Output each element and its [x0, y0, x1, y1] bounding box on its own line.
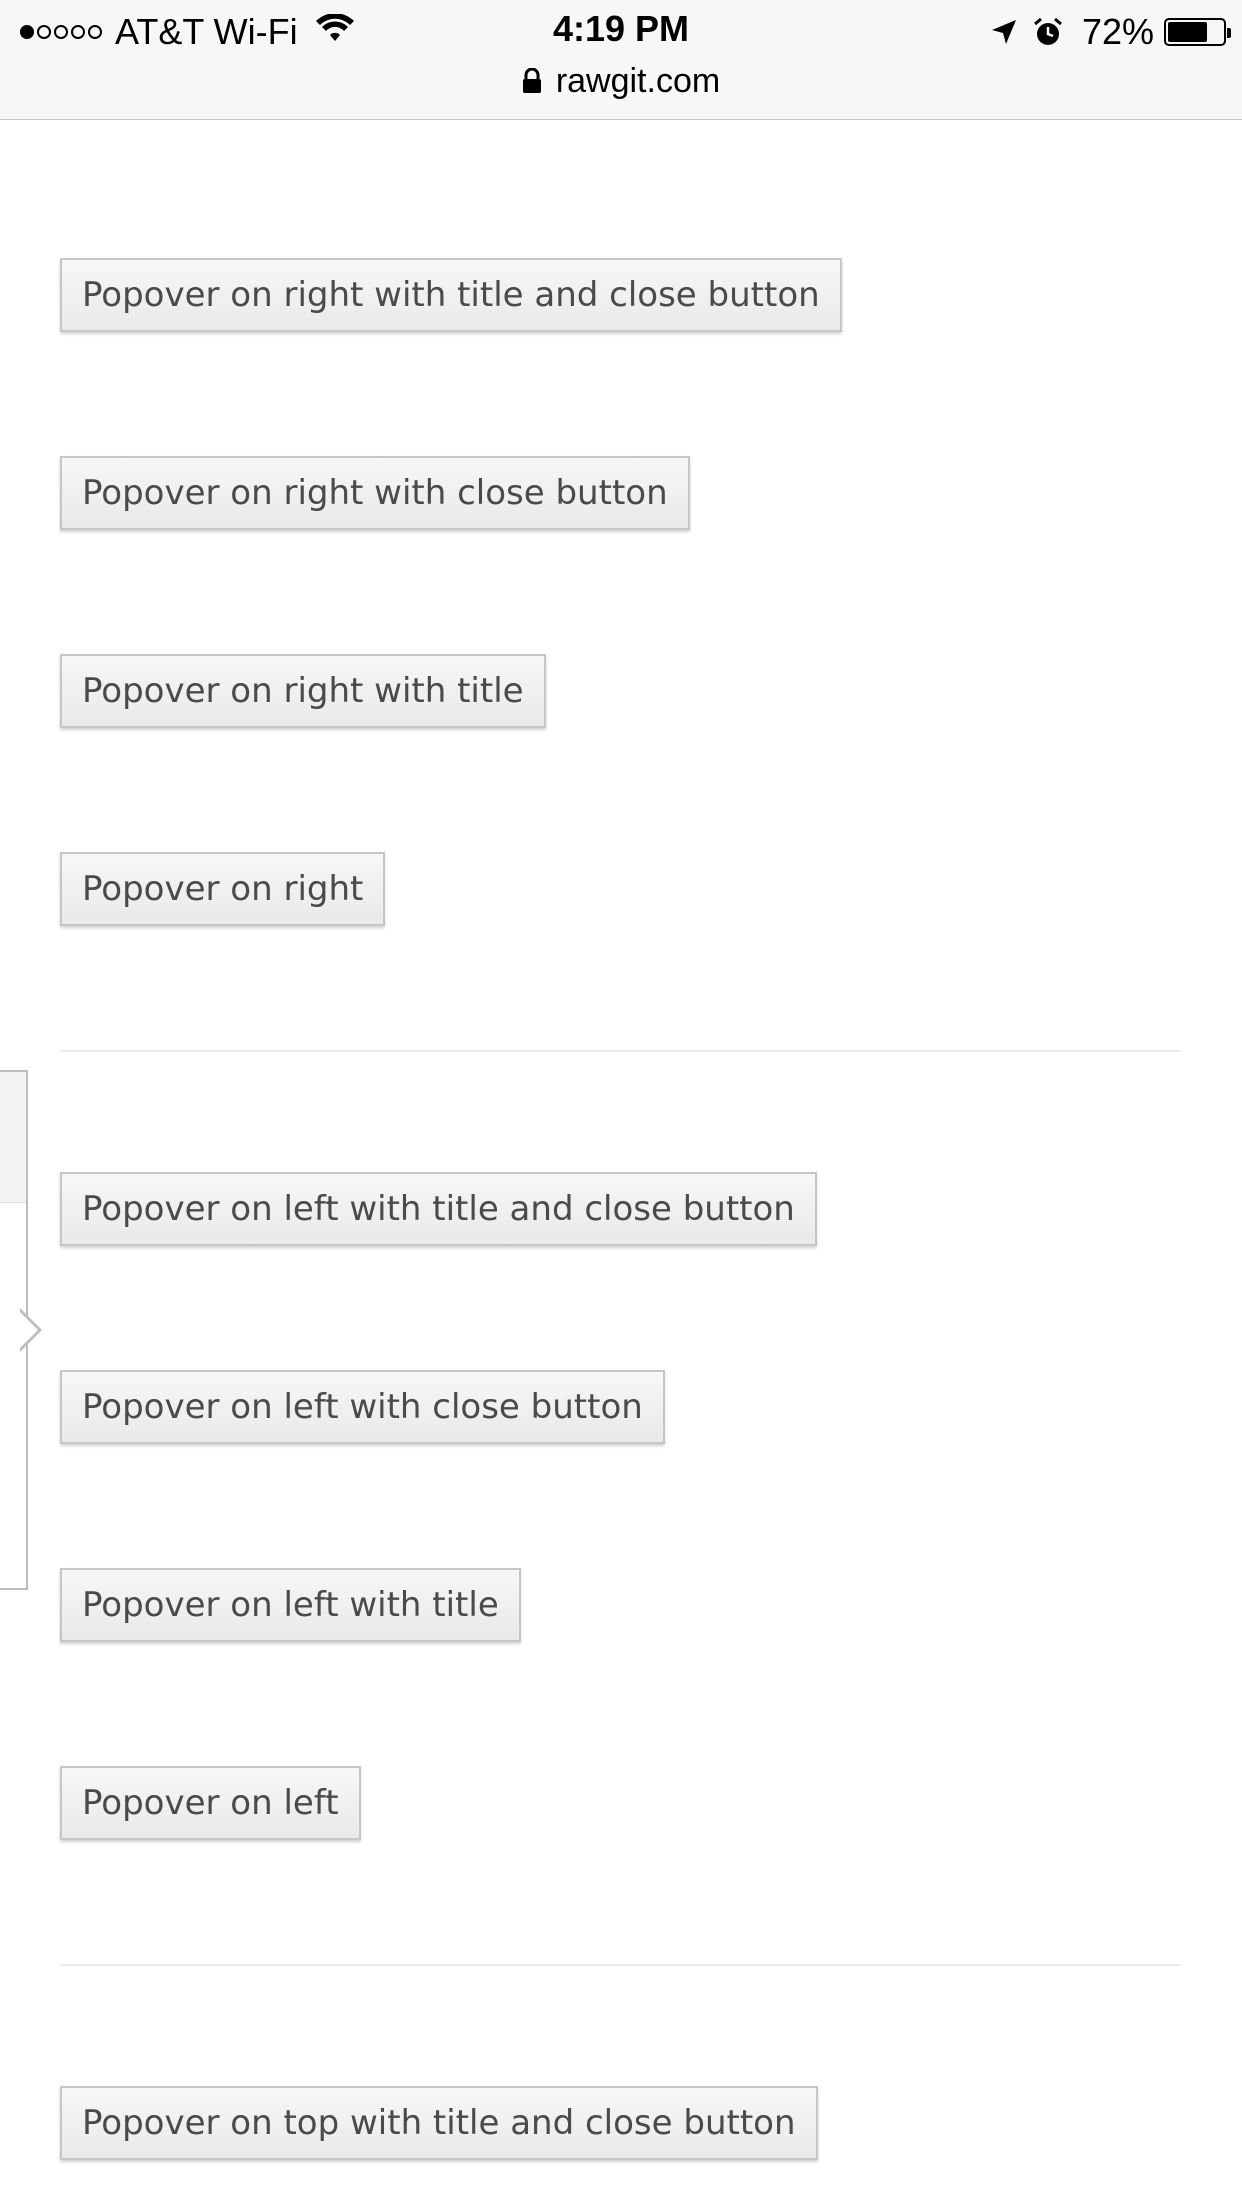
status-bar: AT&T Wi-Fi 4:19 PM 72% rawgit.com [0, 0, 1242, 120]
section-divider [60, 1050, 1182, 1052]
popover-header [0, 1072, 26, 1203]
popover-right-title-button[interactable]: Popover on right with title [60, 654, 546, 728]
popover-left-close-button[interactable]: Popover on left with close button [60, 1370, 665, 1444]
url-text: rawgit.com [555, 61, 721, 100]
popover-left-title-button[interactable]: Popover on left with title [60, 1568, 521, 1642]
page-content: Popover on right with title and close bu… [0, 120, 1242, 2208]
popover-left-title-close-button[interactable]: Popover on left with title and close but… [60, 1172, 817, 1246]
alarm-clock-icon [1032, 16, 1064, 48]
popover-right-button[interactable]: Popover on right [60, 852, 386, 926]
popover-top-title-close-button[interactable]: Popover on top with title and close butt… [60, 2086, 818, 2160]
battery-percent: 72% [1081, 11, 1154, 52]
section-divider [60, 1964, 1182, 1966]
status-right: 72% [976, 10, 1231, 54]
popover-right-title-close-button[interactable]: Popover on right with title and close bu… [60, 258, 842, 332]
battery-icon [1164, 18, 1231, 46]
location-arrow-icon [990, 18, 1018, 46]
lock-icon [522, 68, 542, 94]
address-bar[interactable]: rawgit.com [0, 60, 1242, 102]
popover-left-button[interactable]: Popover on left [60, 1766, 361, 1840]
popover-right-close-button[interactable]: Popover on right with close button [60, 456, 690, 530]
